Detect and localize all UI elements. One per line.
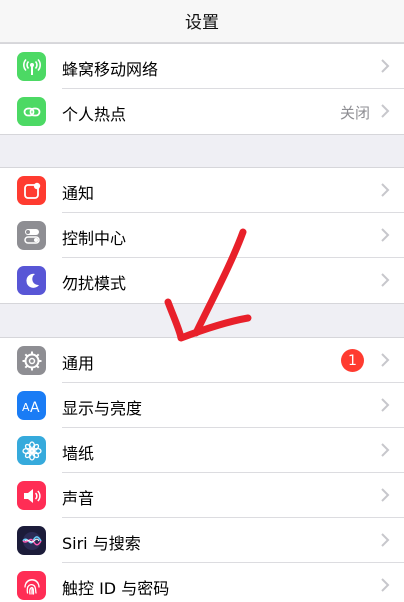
settings-row-sounds[interactable]: 声音 [0,473,404,518]
settings-row-label: 勿扰模式 [62,274,127,293]
chevron-right-icon [381,273,390,287]
settings-group-notifications: 通知 控制中心 勿扰模式 [0,167,404,304]
chevron-right-icon [381,488,390,502]
fingerprint-icon [17,571,46,600]
settings-group-network: 蜂窝移动网络 个人热点 关闭 [0,43,404,135]
control-center-icon [17,221,46,250]
settings-row-cellular[interactable]: 蜂窝移动网络 [0,44,404,89]
chevron-right-icon [381,443,390,457]
text-size-icon: AA [17,391,46,420]
chevron-right-icon [381,578,390,592]
settings-row-label: 个人热点 [62,105,127,124]
settings-row-label: 通知 [62,184,95,203]
chevron-right-icon [381,228,390,242]
settings-row-general[interactable]: 通用 1 [0,338,404,383]
settings-row-label: 声音 [62,489,95,508]
settings-row-label: 触控 ID 与密码 [62,579,170,598]
navigation-bar: 设置 [0,0,404,43]
hotspot-status-value: 关闭 [339,104,370,122]
chevron-right-icon [381,353,390,367]
settings-row-label: 墙纸 [62,444,95,463]
settings-row-wallpaper[interactable]: 墙纸 [0,428,404,473]
settings-row-label: Siri 与搜索 [62,534,141,553]
moon-icon [17,266,46,295]
chevron-right-icon [381,104,390,118]
settings-row-label: 蜂窝移动网络 [62,60,159,79]
notifications-icon [17,176,46,205]
gear-icon [17,346,46,375]
cellular-antenna-icon [17,52,46,81]
settings-row-notifications[interactable]: 通知 [0,168,404,213]
settings-row-label: 通用 [62,354,95,373]
chevron-right-icon [381,398,390,412]
svg-text:A: A [22,401,30,414]
chevron-right-icon [381,533,390,547]
settings-row-display-brightness[interactable]: AA 显示与亮度 [0,383,404,428]
settings-row-do-not-disturb[interactable]: 勿扰模式 [0,258,404,303]
update-badge: 1 [341,349,364,372]
hotspot-chain-icon [17,97,46,126]
settings-group-general: 通用 1 AA 显示与亮度 墙纸 声音 Siri 与搜索 触控 ID 与密码 [0,337,404,602]
page-title: 设置 [185,12,219,33]
chevron-right-icon [381,59,390,73]
settings-row-touch-id-passcode[interactable]: 触控 ID 与密码 [0,563,404,602]
siri-icon [17,526,46,555]
wallpaper-flower-icon [17,436,46,465]
settings-row-control-center[interactable]: 控制中心 [0,213,404,258]
settings-row-label: 显示与亮度 [62,399,143,418]
settings-row-label: 控制中心 [62,229,127,248]
speaker-icon [17,481,46,510]
settings-row-siri-search[interactable]: Siri 与搜索 [0,518,404,563]
chevron-right-icon [381,183,390,197]
svg-text:A: A [30,400,40,415]
settings-row-hotspot[interactable]: 个人热点 关闭 [0,89,404,134]
